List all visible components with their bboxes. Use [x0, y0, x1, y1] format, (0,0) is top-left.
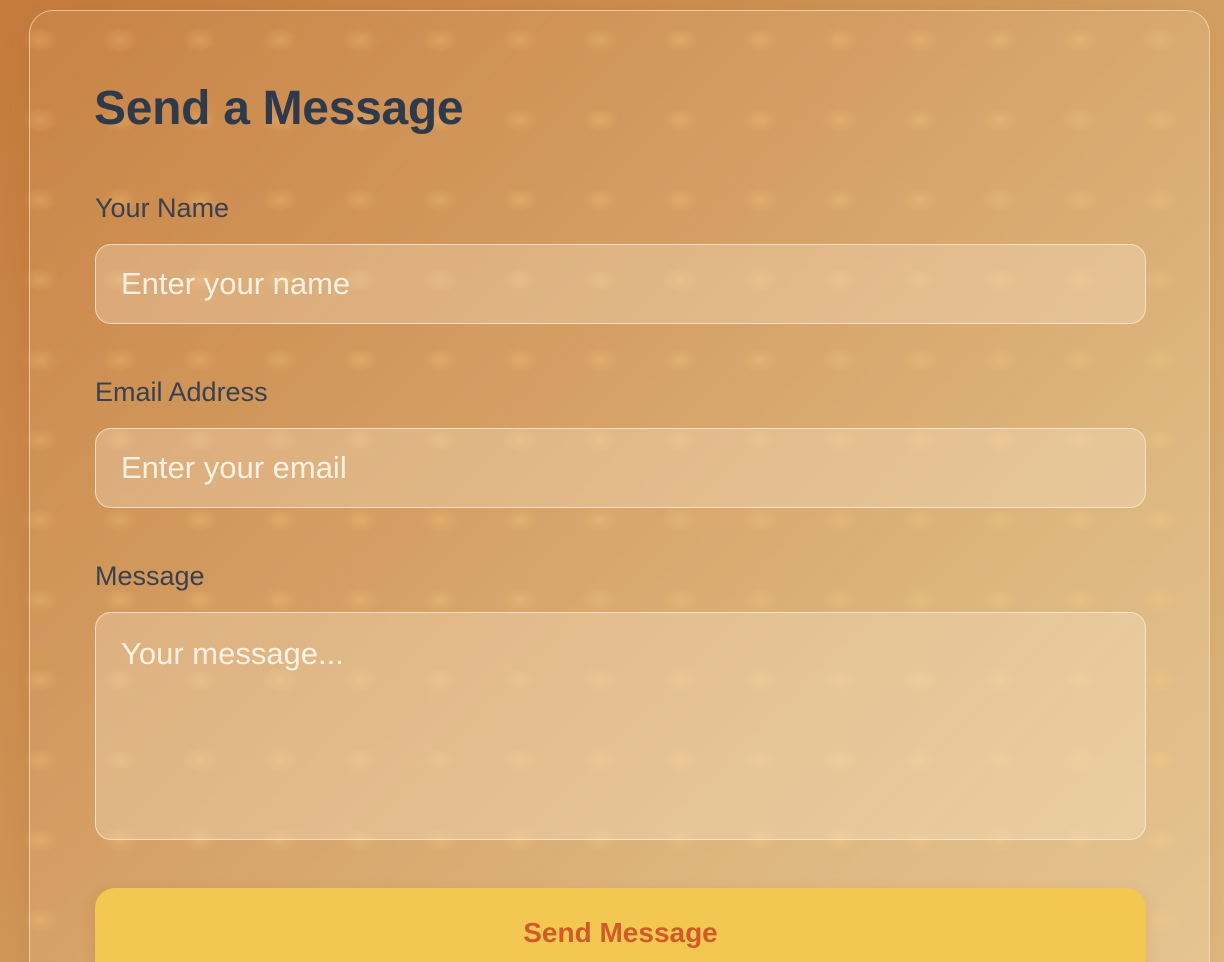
send-message-label: Send Message: [523, 917, 718, 948]
name-label: Your Name: [95, 193, 230, 223]
form-title: Send a Message: [94, 82, 464, 135]
contact-form-card: Send a Message Your Name Email Address M…: [29, 10, 1210, 962]
email-label: Email Address: [95, 377, 268, 407]
email-input[interactable]: [95, 428, 1146, 508]
message-label: Message: [95, 561, 205, 591]
name-input[interactable]: [95, 244, 1146, 324]
message-textarea[interactable]: [95, 612, 1146, 840]
send-message-button[interactable]: Send Message: [95, 888, 1146, 962]
